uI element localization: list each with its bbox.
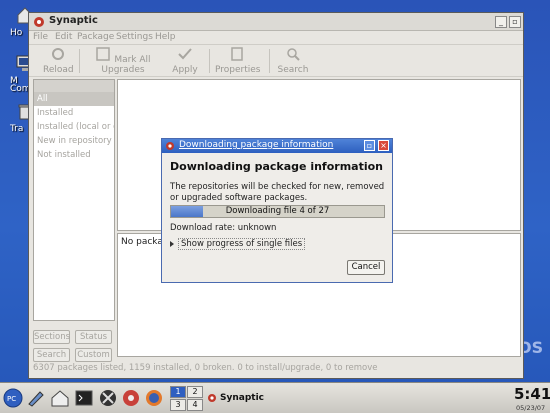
progress-text: Downloading file 4 of 27 [225,206,330,216]
apply-button[interactable]: Apply [171,47,199,75]
menu-settings[interactable]: Settings [116,32,153,42]
dialog-heading: Downloading package information [170,160,384,173]
taskbar: PC 1 2 3 4 Synaptic 5:41 05/23/07 [0,382,550,413]
dialog-close-button[interactable]: × [378,140,389,151]
menubar: File Edit Package Settings Help [29,31,523,45]
sections-button[interactable]: Sections [33,330,70,344]
dialog-title: Downloading package information [179,140,334,150]
terminal-icon[interactable] [74,388,94,408]
single-files-expander[interactable]: Show progress of single files [170,238,306,250]
workspace-pager: 1 2 3 4 [170,386,204,411]
properties-button[interactable]: Properties [215,47,261,75]
search-button[interactable]: Search [277,47,309,75]
menu-edit[interactable]: Edit [55,32,72,42]
desktop-icon-label: Tra [10,124,24,134]
synaptic-app-icon [34,17,44,27]
menu-help[interactable]: Help [155,32,176,42]
apply-label: Apply [172,65,198,75]
minimize-button[interactable]: _ [495,16,507,28]
reload-button[interactable]: Reload [43,47,74,75]
mark-upgrades-icon [96,47,111,61]
window-titlebar[interactable]: Synaptic _ ▫ [29,13,523,31]
expander-label: Show progress of single files [178,238,306,250]
menu-file[interactable]: File [33,32,48,42]
synaptic-app-icon [208,393,216,402]
properties-icon [231,47,243,61]
filter-item-not-installed[interactable]: Not installed [34,148,114,162]
toolbar-separator [209,49,210,73]
statusbar: 6307 packages listed, 1159 installed, 0 … [33,363,378,373]
search-icon [287,48,300,61]
workspace-3[interactable]: 3 [170,399,186,411]
toolbar-separator [79,49,80,73]
home-icon[interactable] [50,388,70,408]
clock[interactable]: 5:41 [514,385,550,403]
expander-arrow-icon [170,241,174,247]
dialog-maximize-button[interactable]: ▫ [364,140,375,151]
editor-icon[interactable] [26,388,46,408]
download-rate: Download rate: unknown [170,223,277,233]
workspace-4[interactable]: 4 [187,399,203,411]
window-title: Synaptic [49,15,98,26]
reload-label: Reload [43,65,74,75]
desktop-icon-label: Ho [10,28,23,38]
date: 05/23/07 [516,404,546,412]
task-label: Synaptic [220,393,264,403]
apply-icon [178,48,192,60]
cancel-button[interactable]: Cancel [347,260,385,275]
filter-item-all[interactable]: All [34,92,114,106]
filter-item-installed[interactable]: Installed [34,106,114,120]
status-button[interactable]: Status [75,330,112,344]
maximize-button[interactable]: ▫ [509,16,521,28]
tools-icon[interactable] [98,388,118,408]
dialog-titlebar[interactable]: Downloading package information ▫ × [162,139,392,153]
filter-list-header [34,80,114,92]
properties-label: Properties [215,65,261,75]
menu-package[interactable]: Package [77,32,114,42]
custom-button[interactable]: Custom [75,348,112,362]
filter-item-new[interactable]: New in repository [34,134,114,148]
search-label: Search [277,65,309,75]
firefox-icon[interactable] [144,388,164,408]
download-progress-bar: Downloading file 4 of 27 [170,205,385,218]
workspace-2[interactable]: 2 [187,386,203,398]
filter-list: All Installed Installed (local or ot New… [33,79,115,321]
dialog-message: The repositories will be checked for new… [170,182,385,203]
reload-icon [52,48,64,60]
mark-all-upgrades-button[interactable]: Mark All Upgrades [85,47,161,75]
toolbar: Reload Mark All Upgrades Apply Propertie… [29,45,523,77]
synaptic-app-icon [166,142,174,150]
filter-item-installed-local[interactable]: Installed (local or ot [34,120,114,134]
workspace-1[interactable]: 1 [170,386,186,398]
search-filter-button[interactable]: Search [33,348,70,362]
download-dialog: Downloading package information ▫ × Down… [161,138,393,283]
taskbar-task-synaptic[interactable]: Synaptic [207,388,287,408]
media-icon[interactable] [121,388,141,408]
pc-menu-icon[interactable]: PC [3,388,23,408]
toolbar-separator [269,49,270,73]
svg-text:PC: PC [7,395,16,403]
